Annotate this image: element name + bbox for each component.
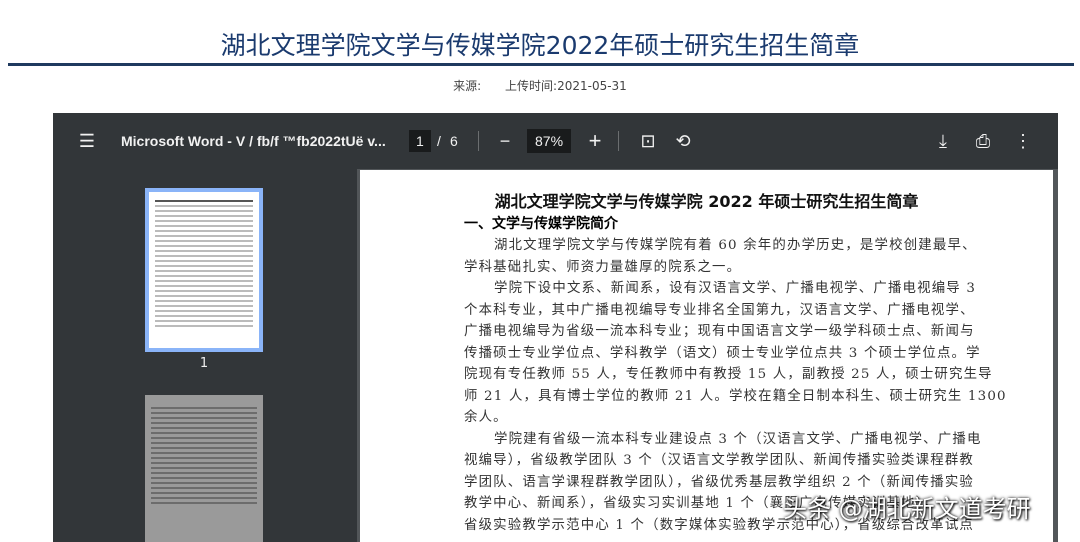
divider: [618, 131, 619, 151]
rotate-icon[interactable]: ⟲: [669, 113, 697, 169]
text-line: 院现有专任教师 55 人，专任教师中有教授 15 人，副教授 25 人，硕士研究…: [464, 367, 993, 382]
more-options-icon[interactable]: ⋮: [1009, 113, 1037, 169]
text-line: 湖北文理学院文学与传媒学院有着 60 余年的办学历史，是学校创建最早、: [494, 238, 977, 253]
total-pages: 6: [450, 133, 458, 149]
article-title: 湖北文理学院文学与传媒学院2022年硕士研究生招生简章: [220, 31, 860, 60]
text-line: 余人。: [464, 410, 508, 425]
divider: [478, 131, 479, 151]
upload-date: 2021-05-31: [557, 79, 627, 93]
text-line: 广播电视编导为省级一流本科专业；现有中国语言文学一级学科硕士点、新闻与: [464, 324, 975, 339]
document-title: 湖北文理学院文学与传媒学院 2022 年硕士研究生招生简章: [494, 192, 919, 211]
watermark: 头条 @湖北新文道考研: [783, 495, 1031, 523]
text-line: 学科基础扎实、师资力量雄厚的院系之一。: [464, 259, 742, 275]
section-heading: 一、文学与传媒学院简介: [464, 216, 618, 232]
article-meta: 来源: 上传时间:2021-05-31: [0, 77, 1080, 94]
upload-label: 上传时间:: [505, 79, 558, 93]
document-body: 湖北文理学院文学与传媒学院有着 60 余年的办学历史，是学校创建最早、学科基础扎…: [464, 235, 1007, 536]
page-thumbnail-2[interactable]: [145, 395, 263, 542]
download-icon[interactable]: ⤓: [929, 113, 957, 169]
page-number-input[interactable]: 1: [409, 130, 431, 152]
page-thumbnail-1[interactable]: [145, 188, 263, 352]
text-line: 师 21 人，具有博士学位的教师 21 人。学校在籍全日制本科生、硕士研究生 1…: [464, 388, 1007, 404]
zoom-out-button[interactable]: −: [491, 113, 519, 169]
pdf-viewer: ☰ Microsoft Word - V / fb/f ™fb2022tUë v…: [53, 113, 1058, 542]
upload-time: 上传时间:2021-05-31: [505, 79, 627, 93]
text-line: 视编导），省级教学团队 3 个（汉语言文学教学团队、新闻传播实验类课程群教: [464, 453, 975, 468]
file-name: Microsoft Word - V / fb/f ™fb2022tUë v..…: [121, 133, 386, 149]
zoom-in-button[interactable]: +: [581, 113, 609, 169]
text-line: 个本科专业，其中广播电视编导专业排名全国第九，汉语言文学、广播电视学、: [464, 302, 975, 318]
text-line: 学院下设中文系、新闻系，设有汉语言文学、广播电视学、广播电视编导 3: [494, 281, 977, 296]
page-separator: /: [437, 133, 441, 149]
title-divider: [8, 63, 1074, 66]
pdf-page: 湖北文理学院文学与传媒学院 2022 年硕士研究生招生简章 一、文学与传媒学院简…: [360, 170, 1053, 542]
source-label: 来源:: [453, 79, 482, 93]
text-line: 传播硕士专业学位点、学科教学（语文）硕士专业学位点共 3 个硕士学位点。学: [464, 345, 981, 361]
text-line: 学团队、语言学课程群教学团队），省级优秀基层教学组织 2 个（新闻传播实验: [464, 474, 975, 490]
thumbnail-sidebar: 1: [53, 169, 357, 542]
zoom-input[interactable]: 87%: [527, 129, 572, 153]
thumbnail-label: 1: [199, 356, 209, 371]
fit-page-icon[interactable]: ⊡: [634, 113, 662, 169]
print-icon[interactable]: ⎙: [969, 113, 997, 169]
pdf-toolbar: ☰ Microsoft Word - V / fb/f ™fb2022tUë v…: [53, 113, 1058, 169]
text-line: 学院建有省级一流本科专业建设点 3 个（汉语言文学、广播电视学、广播电: [494, 431, 982, 447]
menu-icon[interactable]: ☰: [73, 113, 101, 169]
